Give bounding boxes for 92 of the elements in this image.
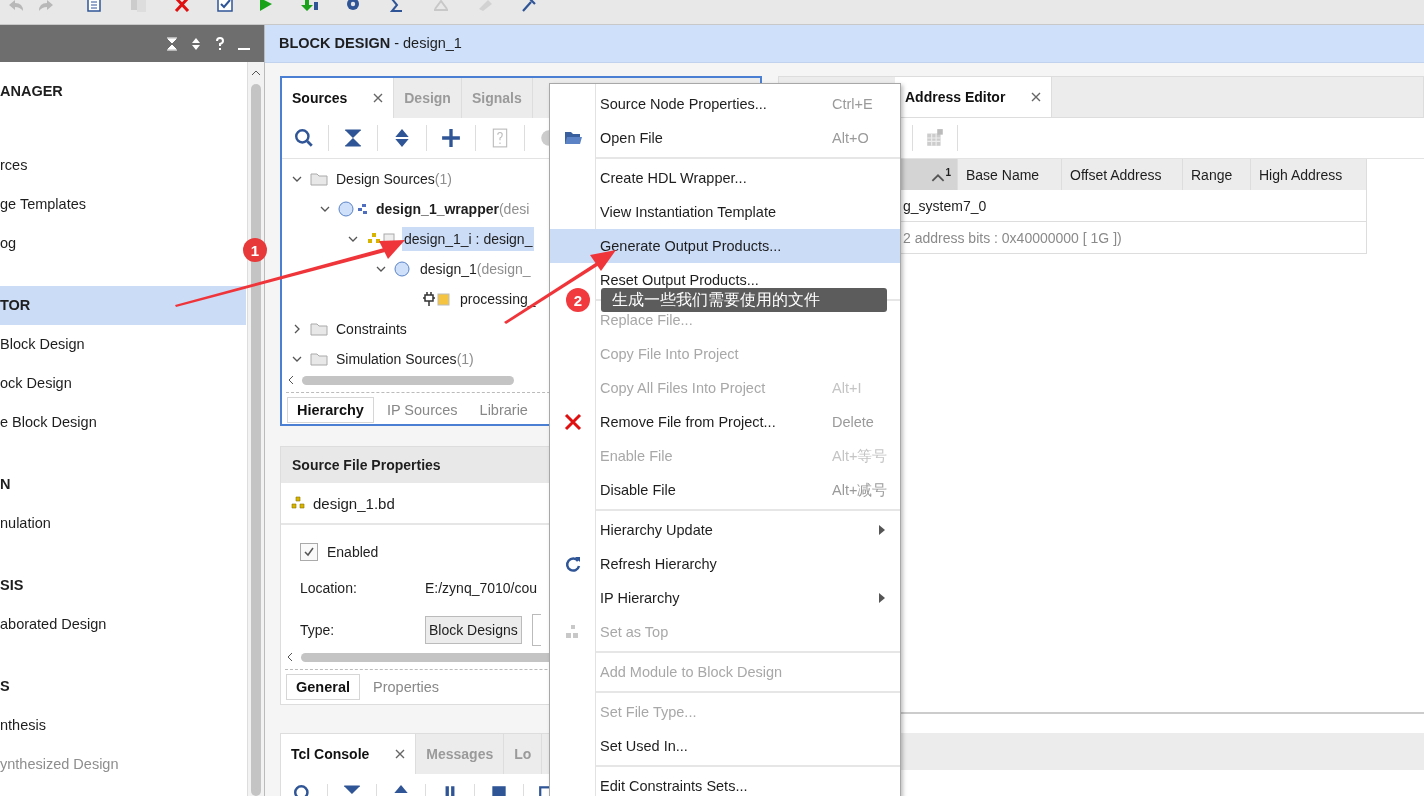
submenu-arrow-icon (879, 593, 885, 603)
sort-indicator[interactable]: 1 (931, 167, 951, 182)
scrollbar[interactable] (247, 62, 264, 796)
chevron-icon[interactable] (292, 324, 302, 334)
flow-navigator-item[interactable]: rces (0, 146, 246, 185)
folder-icon (310, 351, 328, 367)
chevron-icon[interactable] (292, 174, 302, 184)
download-icon[interactable] (299, 0, 319, 12)
menu-item[interactable]: IP Hierarchy (550, 581, 900, 615)
chevron-icon[interactable] (292, 354, 302, 364)
chevron-icon[interactable] (376, 264, 386, 274)
flow-navigator-item[interactable]: TOR (0, 286, 246, 325)
table-cell: g_system7_0 (903, 197, 987, 214)
help-icon[interactable] (214, 36, 226, 51)
file-name: design_1.bd (313, 494, 395, 512)
flow-navigator-item[interactable]: ock Design (0, 364, 246, 403)
column-header[interactable]: High Address (1251, 159, 1367, 190)
module-icon (394, 261, 412, 277)
close-icon[interactable] (172, 0, 192, 12)
block-design-icon (290, 496, 306, 510)
module-icon (338, 201, 368, 217)
table-cell: 2 address bits : 0x40000000 [ 1G ]) (903, 229, 1122, 246)
menu-item[interactable]: View Instantiation Template (550, 195, 900, 229)
column-header[interactable]: Range (1183, 159, 1251, 190)
menu-item[interactable]: Remove File from Project... Delete (550, 405, 900, 439)
block-design-title: BLOCK DESIGN - design_1 (265, 25, 1424, 63)
delete-icon (563, 413, 582, 431)
flow-navigator-item[interactable]: N (0, 465, 246, 504)
view-tab[interactable]: Hierarchy (287, 397, 374, 423)
tree-node[interactable]: Constraints (334, 317, 409, 341)
flow-navigator-item[interactable]: nthesis (0, 706, 246, 745)
scroll-left-icon[interactable] (287, 652, 293, 662)
folder-icon (310, 321, 328, 337)
field-value: E:/zynq_7010/cou (425, 580, 538, 596)
menu-item[interactable]: Create HDL Wrapper... (550, 161, 900, 195)
chevron-icon[interactable] (348, 234, 358, 244)
flow-navigator-item[interactable]: Block Design (0, 325, 246, 364)
submenu-arrow-icon (879, 525, 885, 535)
flow-navigator-item[interactable]: S (0, 667, 246, 706)
add-icon[interactable] (441, 128, 461, 148)
search-icon[interactable] (294, 128, 314, 148)
callout-tooltip: 生成一些我们需要使用的文件 (601, 288, 887, 312)
close-icon[interactable] (395, 749, 406, 759)
field-edge[interactable] (531, 614, 541, 646)
chevron-icon[interactable] (320, 204, 330, 214)
view-tab[interactable]: Properties (364, 675, 449, 699)
menu-item[interactable]: Set Used In... (550, 729, 900, 763)
checkbox-label: Enabled (327, 544, 379, 560)
field-label: Type: (300, 622, 336, 638)
collapse-all-icon[interactable] (343, 128, 363, 148)
flow-navigator-item[interactable]: og (0, 224, 246, 263)
menu-item[interactable]: Hierarchy Update (550, 513, 900, 547)
tree-node[interactable]: Design Sources(1) (334, 167, 454, 191)
view-tab[interactable]: General (286, 674, 360, 700)
field-label: Location: (300, 580, 358, 596)
flow-navigator-item[interactable]: ge Templates (0, 185, 246, 224)
close-icon[interactable] (1031, 92, 1042, 102)
menu-item[interactable]: Edit Constraints Sets... (550, 769, 900, 796)
panel-tab[interactable]: Address Editor (895, 77, 1053, 117)
menu-item[interactable]: Open File Alt+O (550, 121, 900, 155)
step-badge: 1 (243, 238, 267, 262)
checkmark-icon (303, 546, 315, 558)
scroll-up-icon[interactable] (251, 70, 261, 76)
menu-item[interactable]: Generate Output Products... (550, 229, 900, 263)
panel-tab[interactable]: Tcl Console (281, 734, 417, 774)
document-icon[interactable] (84, 0, 104, 12)
view-tab[interactable]: Librarie (470, 398, 537, 422)
tree-node[interactable]: design_1_i : design_ (402, 227, 535, 251)
checklist-icon[interactable] (215, 0, 235, 12)
flow-navigator-item[interactable]: aborated Design (0, 605, 246, 644)
flow-navigator-item[interactable]: SIS (0, 566, 246, 605)
type-field[interactable]: Block Designs (425, 616, 522, 644)
scroll-left-icon[interactable] (288, 375, 294, 385)
tree-node[interactable]: processing_ (458, 287, 538, 311)
flow-navigator-item[interactable]: ANAGER (0, 72, 246, 111)
refresh-icon (563, 555, 582, 573)
column-header[interactable]: Offset Address (1062, 159, 1183, 190)
flow-navigator-item[interactable]: e Block Design (0, 403, 246, 442)
view-tab[interactable]: IP Sources (377, 398, 467, 422)
menu-item[interactable]: Refresh Hierarchy (550, 547, 900, 581)
folder-icon (310, 171, 328, 187)
column-header[interactable]: Base Name (958, 159, 1062, 190)
expand-all-icon[interactable] (190, 36, 202, 51)
flow-navigator-item[interactable]: nulation (0, 504, 246, 543)
folder-icon (563, 129, 582, 147)
close-icon[interactable] (373, 93, 384, 103)
checkbox[interactable] (300, 543, 318, 561)
tree-node[interactable]: design_1(design_ (418, 257, 533, 281)
tree-node[interactable]: Simulation Sources(1) (334, 347, 476, 371)
panel-tab[interactable]: Sources (282, 78, 395, 118)
ip-core-icon (422, 291, 452, 307)
tree-node[interactable]: design_1_wrapper(desi (374, 197, 532, 221)
